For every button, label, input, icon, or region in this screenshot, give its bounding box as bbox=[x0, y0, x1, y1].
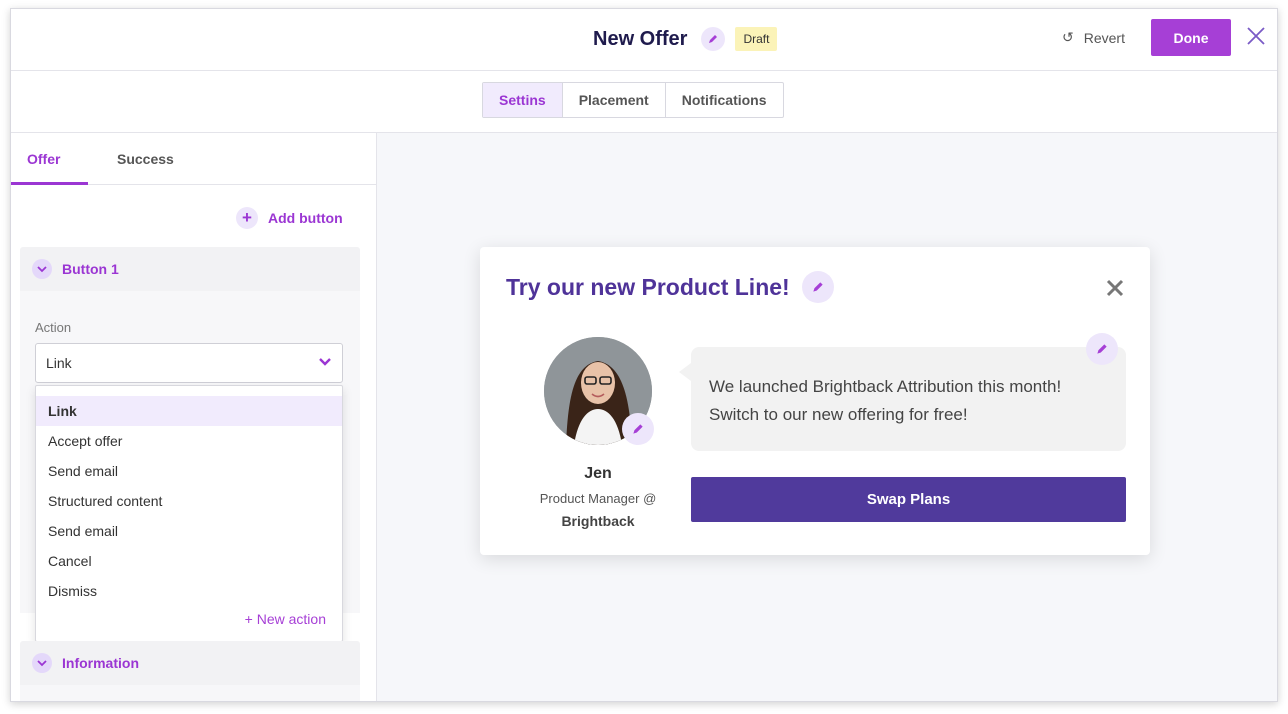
menu-item-send-email[interactable]: Send email bbox=[36, 456, 342, 486]
pencil-icon bbox=[709, 35, 718, 43]
pencil-icon bbox=[813, 282, 823, 292]
active-subtab-indicator bbox=[11, 182, 88, 185]
message-bubble: We launched Brightback Attribution this … bbox=[679, 347, 1126, 451]
action-select-value: Link bbox=[46, 355, 72, 371]
settings-sidebar: Offer Success + Add button Button 1 Acti… bbox=[11, 133, 377, 701]
add-button-label: Add button bbox=[268, 210, 343, 226]
close-icon[interactable] bbox=[1245, 25, 1267, 47]
menu-item-dismiss[interactable]: Dismiss bbox=[36, 576, 342, 606]
tab-bar: Settins Placement Notifications bbox=[11, 71, 1277, 133]
tab-notifications[interactable]: Notifications bbox=[666, 83, 783, 117]
section-title: Button 1 bbox=[62, 261, 119, 277]
person-name: Jen bbox=[584, 465, 612, 482]
menu-item-structured-content[interactable]: Structured content bbox=[36, 486, 342, 516]
chevron-down-icon bbox=[319, 358, 331, 366]
revert-label: Revert bbox=[1083, 29, 1125, 46]
offer-editor-window: New Offer Draft ↺ Revert Done Settins Pl… bbox=[10, 8, 1278, 702]
edit-title-button[interactable] bbox=[701, 27, 726, 51]
subtab-offer[interactable]: Offer bbox=[27, 151, 60, 167]
preview-canvas: Try our new Product Line! Jen Product Ma… bbox=[377, 133, 1277, 701]
status-badge: Draft bbox=[735, 27, 778, 51]
edit-modal-title-button[interactable] bbox=[801, 271, 834, 303]
subtab-success[interactable]: Success bbox=[117, 151, 174, 167]
edit-avatar-button[interactable] bbox=[622, 413, 654, 445]
pencil-icon bbox=[633, 424, 643, 434]
add-button[interactable]: + Add button bbox=[236, 207, 343, 229]
menu-item-send-email-2[interactable]: Send email bbox=[36, 516, 342, 546]
action-select[interactable]: Link bbox=[35, 343, 343, 383]
swap-plans-button[interactable]: Swap Plans bbox=[691, 477, 1126, 522]
information-header[interactable]: Information bbox=[20, 641, 360, 685]
edit-message-button[interactable] bbox=[1086, 333, 1118, 365]
revert-icon: ↺ bbox=[1062, 29, 1074, 45]
action-dropdown-menu: Link Accept offer Send email Structured … bbox=[35, 385, 343, 642]
section-title: Information bbox=[62, 655, 139, 671]
menu-item-cancel[interactable]: Cancel bbox=[36, 546, 342, 576]
message-line: Switch to our new offering for free! bbox=[709, 405, 968, 424]
tab-group: Settins Placement Notifications bbox=[482, 82, 784, 118]
plus-icon: + bbox=[236, 207, 258, 229]
chevron-down-icon bbox=[32, 259, 52, 279]
chevron-down-icon bbox=[32, 653, 52, 673]
subtab-bar: Offer Success bbox=[11, 133, 376, 185]
information-body bbox=[20, 685, 360, 701]
pencil-icon bbox=[1097, 344, 1107, 354]
title-group: New Offer Draft bbox=[593, 27, 778, 51]
close-icon[interactable] bbox=[1104, 277, 1126, 299]
page-title: New Offer bbox=[593, 27, 688, 50]
person-company: Brightback bbox=[561, 513, 635, 529]
person-role: Product Manager @ bbox=[539, 491, 657, 506]
modal-title: Try our new Product Line! bbox=[506, 273, 790, 300]
button-1-header[interactable]: Button 1 bbox=[20, 247, 360, 291]
message-line: We launched Brightback Attribution this … bbox=[709, 377, 1062, 396]
header-bar: New Offer Draft ↺ Revert Done bbox=[11, 9, 1277, 71]
revert-button[interactable]: ↺ Revert bbox=[1062, 29, 1125, 46]
modal-title-group: Try our new Product Line! bbox=[506, 271, 834, 303]
action-label: Action bbox=[35, 320, 72, 335]
information-section: Information bbox=[20, 641, 360, 701]
menu-item-link[interactable]: Link bbox=[36, 396, 342, 426]
new-action-link[interactable]: + New action bbox=[245, 611, 326, 627]
tab-placement[interactable]: Placement bbox=[563, 83, 666, 117]
offer-modal-preview: Try our new Product Line! Jen Product Ma… bbox=[480, 247, 1150, 555]
menu-item-accept-offer[interactable]: Accept offer bbox=[36, 426, 342, 456]
done-button[interactable]: Done bbox=[1151, 19, 1231, 56]
tab-settings[interactable]: Settins bbox=[483, 83, 563, 117]
